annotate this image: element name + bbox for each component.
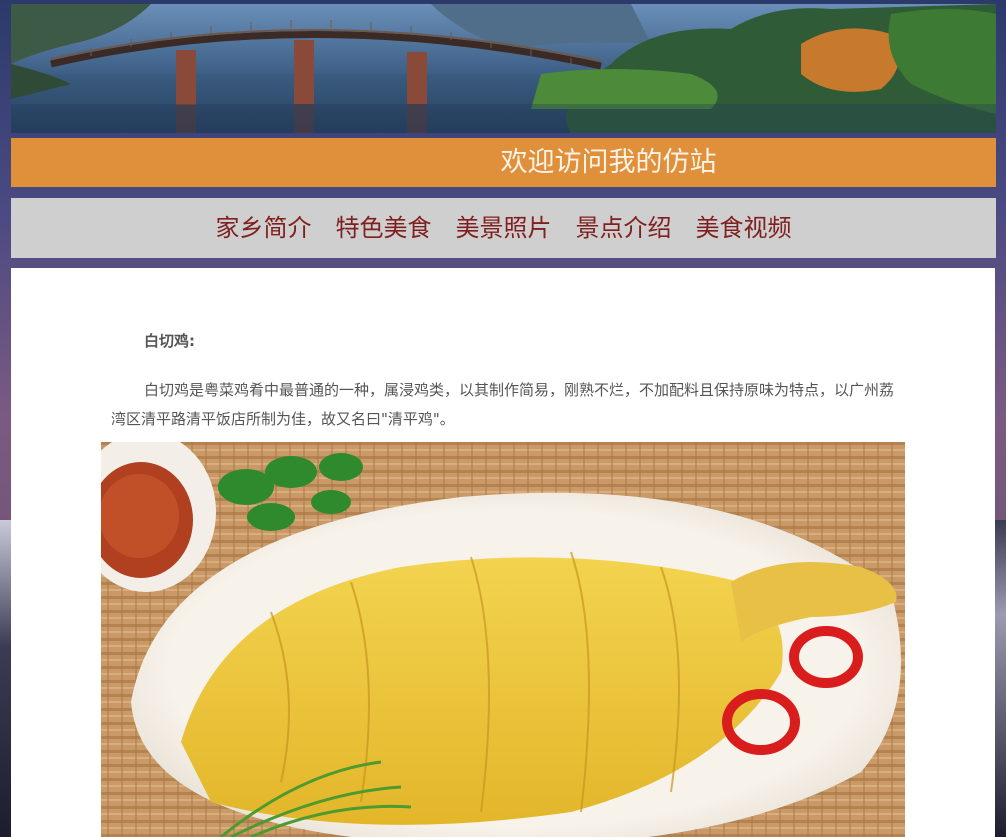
nav-item-attractions[interactable]: 景点介绍 bbox=[576, 198, 672, 258]
background-scenery-right bbox=[995, 520, 1006, 837]
dish-photo bbox=[101, 442, 905, 837]
header-banner-image bbox=[11, 4, 996, 133]
nav-item-hometown-intro[interactable]: 家乡简介 bbox=[216, 198, 312, 258]
dish-description: 白切鸡是粤菜鸡肴中最普通的一种，属浸鸡类，以其制作简易，刚熟不烂，不加配料且保持… bbox=[111, 381, 895, 428]
nav-item-food-videos[interactable]: 美食视频 bbox=[696, 198, 792, 258]
site-title: 欢迎访问我的仿站 bbox=[500, 147, 717, 178]
site-title-bar: 欢迎访问我的仿站 bbox=[11, 138, 996, 187]
nav-item-specialty-food[interactable]: 特色美食 bbox=[336, 198, 432, 258]
nav-item-scenery-photos[interactable]: 美景照片 bbox=[456, 198, 552, 258]
main-nav: 家乡简介 特色美食 美景照片 景点介绍 美食视频 bbox=[11, 198, 996, 258]
main-content: 白切鸡: 白切鸡是粤菜鸡肴中最普通的一种，属浸鸡类，以其制作简易，刚熟不烂，不加… bbox=[11, 268, 995, 837]
dish-title: 白切鸡: bbox=[144, 332, 195, 350]
background-scenery-left bbox=[0, 520, 11, 837]
